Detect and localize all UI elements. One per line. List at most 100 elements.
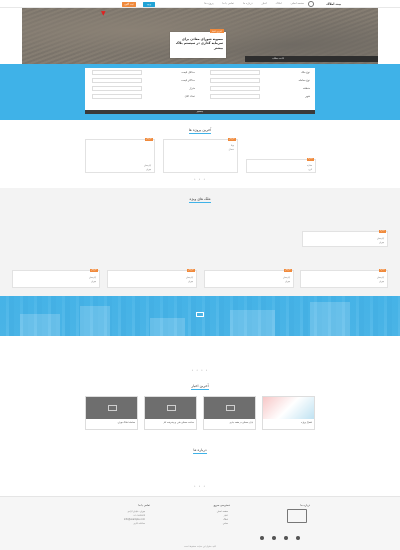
search-field-rooms[interactable] <box>92 94 142 99</box>
nav-item-news[interactable]: اخبار <box>262 2 267 5</box>
carousel-dots[interactable]: • • • <box>0 177 400 181</box>
search-label-min-price: حداقل قیمت <box>181 71 195 74</box>
footer-contact-email[interactable]: info@example.com <box>124 518 145 521</box>
hero-badge: آخرین اخبار <box>209 29 224 34</box>
building-shape <box>80 306 110 336</box>
news-card[interactable]: بازار مسکن در هفته جاری <box>203 396 256 430</box>
footer-contact-phone[interactable]: ۰۲۱-۱۲۳۴۵۶۷ <box>132 514 145 517</box>
linkedin-icon[interactable] <box>296 536 300 540</box>
footer-link[interactable]: صفحه اصلی <box>217 510 228 513</box>
section-title-news: آخرین اخبار <box>191 384 209 390</box>
image-placeholder-icon <box>167 405 176 411</box>
property-location: تهران <box>378 241 384 244</box>
property-type: آپارتمان <box>185 276 193 279</box>
property-card[interactable]: فروش آپارتمان تهران <box>107 269 197 288</box>
property-type: آپارتمان <box>376 237 384 240</box>
nav-item-contact[interactable]: تماس با ما <box>222 2 234 5</box>
building-shape <box>150 318 185 336</box>
map-pin-icon: ▼ <box>101 10 106 17</box>
copyright: کلیه حقوق این سایت محفوظ است <box>184 545 216 548</box>
property-type: مغازه <box>306 164 312 167</box>
news-caption[interactable]: معامله املاک تهران <box>86 421 135 424</box>
news-caption[interactable]: بازار مسکن در هفته جاری <box>204 421 253 424</box>
footer-contact-address: تهران، خیابان آزادی <box>127 510 145 513</box>
search-field-city[interactable] <box>210 94 260 99</box>
footer-link[interactable]: اخبار <box>224 514 228 517</box>
search-label-max-price: حداکثر قیمت <box>180 79 195 82</box>
nav-item-about[interactable]: درباره ما <box>243 2 253 5</box>
footer-link[interactable]: املاک <box>223 518 228 521</box>
building-shape <box>230 310 275 336</box>
twitter-icon[interactable] <box>284 536 288 540</box>
property-type: آپارتمان <box>282 276 290 279</box>
search-label-deal: نوع معامله <box>298 79 310 82</box>
search-label-type: نوع ملک <box>300 71 310 74</box>
news-card[interactable]: معامله املاک تهران <box>85 396 138 430</box>
news-card[interactable]: افتتاح پروژه <box>262 396 315 430</box>
play-icon[interactable] <box>196 312 204 317</box>
news-image <box>86 397 137 419</box>
footer-link[interactable]: تماس <box>223 522 228 525</box>
footer-links-title: دسترسی سریع <box>213 504 230 507</box>
hero-title[interactable]: مصوبه شورای معادن برای سرمایه گذاری در س… <box>173 37 223 50</box>
news-caption[interactable]: ساخت مسکن ملی و پیشرفت کار <box>145 421 194 424</box>
news-caption[interactable]: افتتاح پروژه <box>263 421 312 424</box>
news-image <box>204 397 255 419</box>
hero-strip <box>245 56 378 62</box>
search-label-city: شهر <box>305 95 310 98</box>
property-location: تهران <box>378 280 384 283</box>
search-field-deal[interactable] <box>210 78 260 83</box>
carousel-dots[interactable]: • • • • <box>0 368 400 372</box>
building-shape <box>20 314 60 336</box>
property-location: تهران <box>145 168 151 171</box>
property-card[interactable]: فروش آپارتمان تهران <box>204 269 294 288</box>
property-card[interactable]: اجاره مغازه کرج <box>246 158 316 173</box>
news-card[interactable]: ساخت مسکن ملی و پیشرفت کار <box>144 396 197 430</box>
footer <box>0 496 400 550</box>
search-field-min-price[interactable] <box>92 70 142 75</box>
property-type: آپارتمان <box>376 276 384 279</box>
property-card[interactable]: فروش ویلا شمال <box>163 138 238 173</box>
logo-icon[interactable] <box>308 1 314 7</box>
building-shape <box>310 302 350 336</box>
search-label-area: متراژ <box>189 87 195 90</box>
page: بیت املاک صفحه اصلی املاک اخبار درباره م… <box>0 0 400 550</box>
property-tag: فروش <box>89 269 98 272</box>
search-field-max-price[interactable] <box>92 78 142 83</box>
carousel-dots[interactable]: • • • <box>0 484 400 488</box>
property-location: شمال <box>228 148 234 151</box>
property-type: ویلا <box>231 144 234 147</box>
property-tag: فروش <box>186 269 195 272</box>
search-button[interactable]: جستجو <box>85 110 315 114</box>
news-image <box>263 397 314 419</box>
property-tag: فروش <box>283 269 292 272</box>
property-tag: اجاره <box>378 269 386 272</box>
nav-item-properties[interactable]: املاک <box>276 2 282 5</box>
footer-about-title: درباره ما <box>300 504 310 507</box>
register-button[interactable]: ثبت آگهی <box>122 1 136 7</box>
search-field-type[interactable] <box>210 70 260 75</box>
search-label-rooms: تعداد اتاق <box>184 95 195 98</box>
login-button[interactable]: ورود <box>143 1 155 7</box>
hero-caption[interactable]: آخرین اخبار مصوبه شورای معادن برای سرمای… <box>170 29 226 58</box>
property-card[interactable]: اجاره آپارتمان تهران <box>300 269 388 288</box>
footer-contact-hours: ساعات کاری <box>133 522 145 525</box>
image-placeholder-icon <box>226 405 235 411</box>
footer-contact-title: تماس با ما <box>138 504 150 507</box>
nav-item-projects[interactable]: پروژه ها <box>204 2 213 5</box>
search-field-area[interactable] <box>92 86 142 91</box>
property-location: کرج <box>308 168 312 171</box>
property-card[interactable]: فروش آپارتمان تهران <box>12 269 100 288</box>
search-field-region[interactable] <box>210 86 260 91</box>
property-card[interactable]: اجاره آپارتمان تهران <box>302 230 388 247</box>
property-location: تهران <box>90 280 96 283</box>
property-type: آپارتمان <box>88 276 96 279</box>
hero-read-more[interactable]: ادامه مطلب <box>272 57 284 60</box>
logo-text[interactable]: بیت املاک <box>326 2 341 6</box>
telegram-icon[interactable] <box>272 536 276 540</box>
instagram-icon[interactable] <box>260 536 264 540</box>
property-location: تهران <box>187 280 193 283</box>
nav-item-home[interactable]: صفحه اصلی <box>291 2 304 5</box>
property-card[interactable]: فروش آپارتمان تهران <box>85 138 155 173</box>
property-type: آپارتمان <box>143 164 151 167</box>
